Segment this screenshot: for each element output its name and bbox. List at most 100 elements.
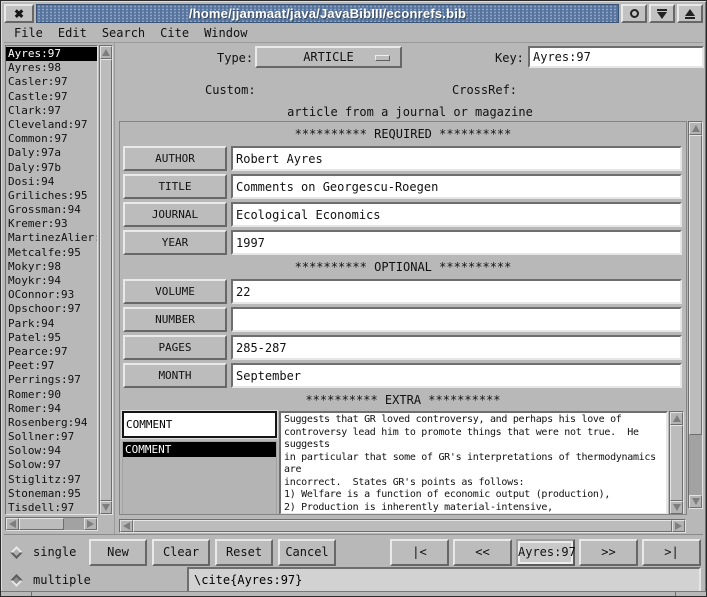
entry-list[interactable]: Ayres:97Ayres:98Casler:97Castle:97Clark:… — [5, 45, 98, 515]
scrollbar-thumb[interactable] — [670, 425, 683, 501]
field-input[interactable] — [231, 279, 682, 304]
sidebar-item[interactable]: Opschoor:97 — [6, 302, 97, 316]
field-input[interactable] — [231, 174, 682, 199]
scroll-left-icon[interactable] — [6, 518, 19, 530]
sidebar-item[interactable]: Ayres:98 — [6, 61, 97, 75]
nav-button[interactable]: >| — [642, 539, 701, 566]
single-mode-radio[interactable]: single — [4, 545, 89, 559]
sidebar-item[interactable]: Solow:94 — [6, 444, 97, 458]
sidebar-item[interactable]: Stoneman:95 — [6, 487, 97, 501]
comment-vertical-scrollbar[interactable] — [669, 411, 684, 515]
comment-list[interactable]: COMMENT — [122, 441, 277, 515]
sidebar-item[interactable]: Metcalfe:95 — [6, 246, 97, 260]
sidebar-item[interactable]: Stiglitz:97 — [6, 473, 97, 487]
scrollbar-thumb[interactable] — [100, 59, 112, 501]
sidebar-item[interactable]: Dosi:94 — [6, 175, 97, 189]
window-menu-button[interactable] — [621, 4, 647, 23]
sidebar-item[interactable]: Patel:95 — [6, 331, 97, 345]
sidebar-item[interactable]: Grossman:94 — [6, 203, 97, 217]
scroll-down-icon[interactable] — [670, 501, 683, 514]
field-label-button[interactable]: VOLUME — [123, 279, 227, 304]
scrollbar-thumb[interactable] — [133, 520, 672, 532]
scroll-up-icon[interactable] — [100, 46, 112, 59]
menu-item-cite[interactable]: Cite — [158, 25, 191, 41]
sidebar-item[interactable]: MartinezAlier:9 — [6, 231, 97, 245]
sidebar-item[interactable]: Rosenberg:94 — [6, 416, 97, 430]
sidebar-item[interactable]: Daly:97a — [6, 146, 97, 160]
sidebar-item[interactable]: Romer:90 — [6, 388, 97, 402]
scrollbar-trough[interactable] — [64, 518, 84, 530]
scroll-down-icon[interactable] — [100, 501, 112, 514]
sidebar-item[interactable]: Common:97 — [6, 132, 97, 146]
radio-diamond-icon[interactable] — [10, 546, 23, 559]
sidebar-item[interactable]: Moykr:94 — [6, 274, 97, 288]
menu-item-search[interactable]: Search — [100, 25, 147, 41]
sidebar-horizontal-scrollbar[interactable] — [5, 517, 98, 531]
scrollbar-thumb[interactable] — [19, 518, 64, 530]
menu-item-edit[interactable]: Edit — [56, 25, 89, 41]
multiple-mode-radio[interactable]: multiple — [4, 573, 187, 587]
field-label-button[interactable]: JOURNAL — [123, 202, 227, 227]
type-option-menu[interactable]: ARTICLE — [255, 46, 402, 68]
sidebar-item[interactable]: Romer:94 — [6, 402, 97, 416]
nav-button[interactable]: |< — [390, 539, 449, 566]
comment-type-input[interactable] — [122, 411, 277, 438]
cite-command-input[interactable] — [187, 567, 701, 593]
menu-item-file[interactable]: File — [12, 25, 45, 41]
field-input[interactable] — [231, 307, 682, 332]
radio-diamond-icon[interactable] — [10, 574, 23, 587]
field-input[interactable] — [231, 230, 682, 255]
sidebar-item[interactable]: Park:94 — [6, 317, 97, 331]
field-label-button[interactable]: MONTH — [123, 363, 227, 388]
field-input[interactable] — [231, 363, 682, 388]
sidebar-item[interactable]: Perrings:97 — [6, 373, 97, 387]
scroll-right-icon[interactable] — [84, 518, 97, 530]
menu-item-window[interactable]: Window — [202, 25, 249, 41]
window-close-button[interactable]: ✖ — [4, 4, 34, 23]
clear-button[interactable]: Clear — [152, 539, 210, 566]
comment-list-item[interactable]: COMMENT — [123, 442, 276, 457]
sidebar-item[interactable]: OConnor:93 — [6, 288, 97, 302]
sidebar-item[interactable]: Clark:97 — [6, 104, 97, 118]
sidebar-item[interactable]: Kremer:93 — [6, 217, 97, 231]
sidebar-item[interactable]: Ayres:97 — [6, 47, 97, 61]
sidebar-item[interactable]: Pearce:97 — [6, 345, 97, 359]
field-input[interactable] — [231, 335, 682, 360]
sidebar-item[interactable]: Griliches:95 — [6, 189, 97, 203]
form-horizontal-scrollbar[interactable] — [119, 519, 686, 533]
sidebar-item[interactable]: Cleveland:97 — [6, 118, 97, 132]
new-button[interactable]: New — [89, 539, 147, 566]
field-label-button[interactable]: AUTHOR — [123, 146, 227, 171]
scrollbar-thumb[interactable] — [689, 135, 702, 435]
key-input[interactable] — [528, 46, 704, 68]
scroll-down-icon[interactable] — [689, 495, 702, 508]
sidebar-vertical-scrollbar[interactable] — [99, 45, 113, 515]
field-label-button[interactable]: TITLE — [123, 174, 227, 199]
scroll-up-icon[interactable] — [689, 122, 702, 135]
scroll-right-icon[interactable] — [672, 520, 685, 532]
sidebar-item[interactable]: Mokyr:98 — [6, 260, 97, 274]
window-maximize-button[interactable] — [677, 4, 703, 23]
field-input[interactable] — [231, 146, 682, 171]
sidebar-item[interactable]: Peet:97 — [6, 359, 97, 373]
scrollbar-trough[interactable] — [689, 435, 702, 495]
sidebar-item[interactable]: Tisdell:97 — [6, 501, 97, 515]
field-input[interactable] — [231, 202, 682, 227]
scroll-left-icon[interactable] — [120, 520, 133, 532]
sidebar-item[interactable]: Sollner:97 — [6, 430, 97, 444]
cancel-button[interactable]: Cancel — [278, 539, 336, 566]
form-vertical-scrollbar[interactable] — [688, 121, 703, 509]
field-label-button[interactable]: PAGES — [123, 335, 227, 360]
sidebar-item[interactable]: Casler:97 — [6, 75, 97, 89]
sidebar-item[interactable]: Daly:97b — [6, 161, 97, 175]
nav-current-key-button[interactable]: Ayres:97 — [516, 539, 575, 566]
field-label-button[interactable]: NUMBER — [123, 307, 227, 332]
nav-button[interactable]: << — [453, 539, 512, 566]
field-label-button[interactable]: YEAR — [123, 230, 227, 255]
window-iconify-button[interactable] — [649, 4, 675, 23]
reset-button[interactable]: Reset — [215, 539, 273, 566]
scroll-up-icon[interactable] — [670, 412, 683, 425]
sidebar-item[interactable]: Solow:97 — [6, 458, 97, 472]
sidebar-item[interactable]: Castle:97 — [6, 90, 97, 104]
nav-button[interactable]: >> — [579, 539, 638, 566]
